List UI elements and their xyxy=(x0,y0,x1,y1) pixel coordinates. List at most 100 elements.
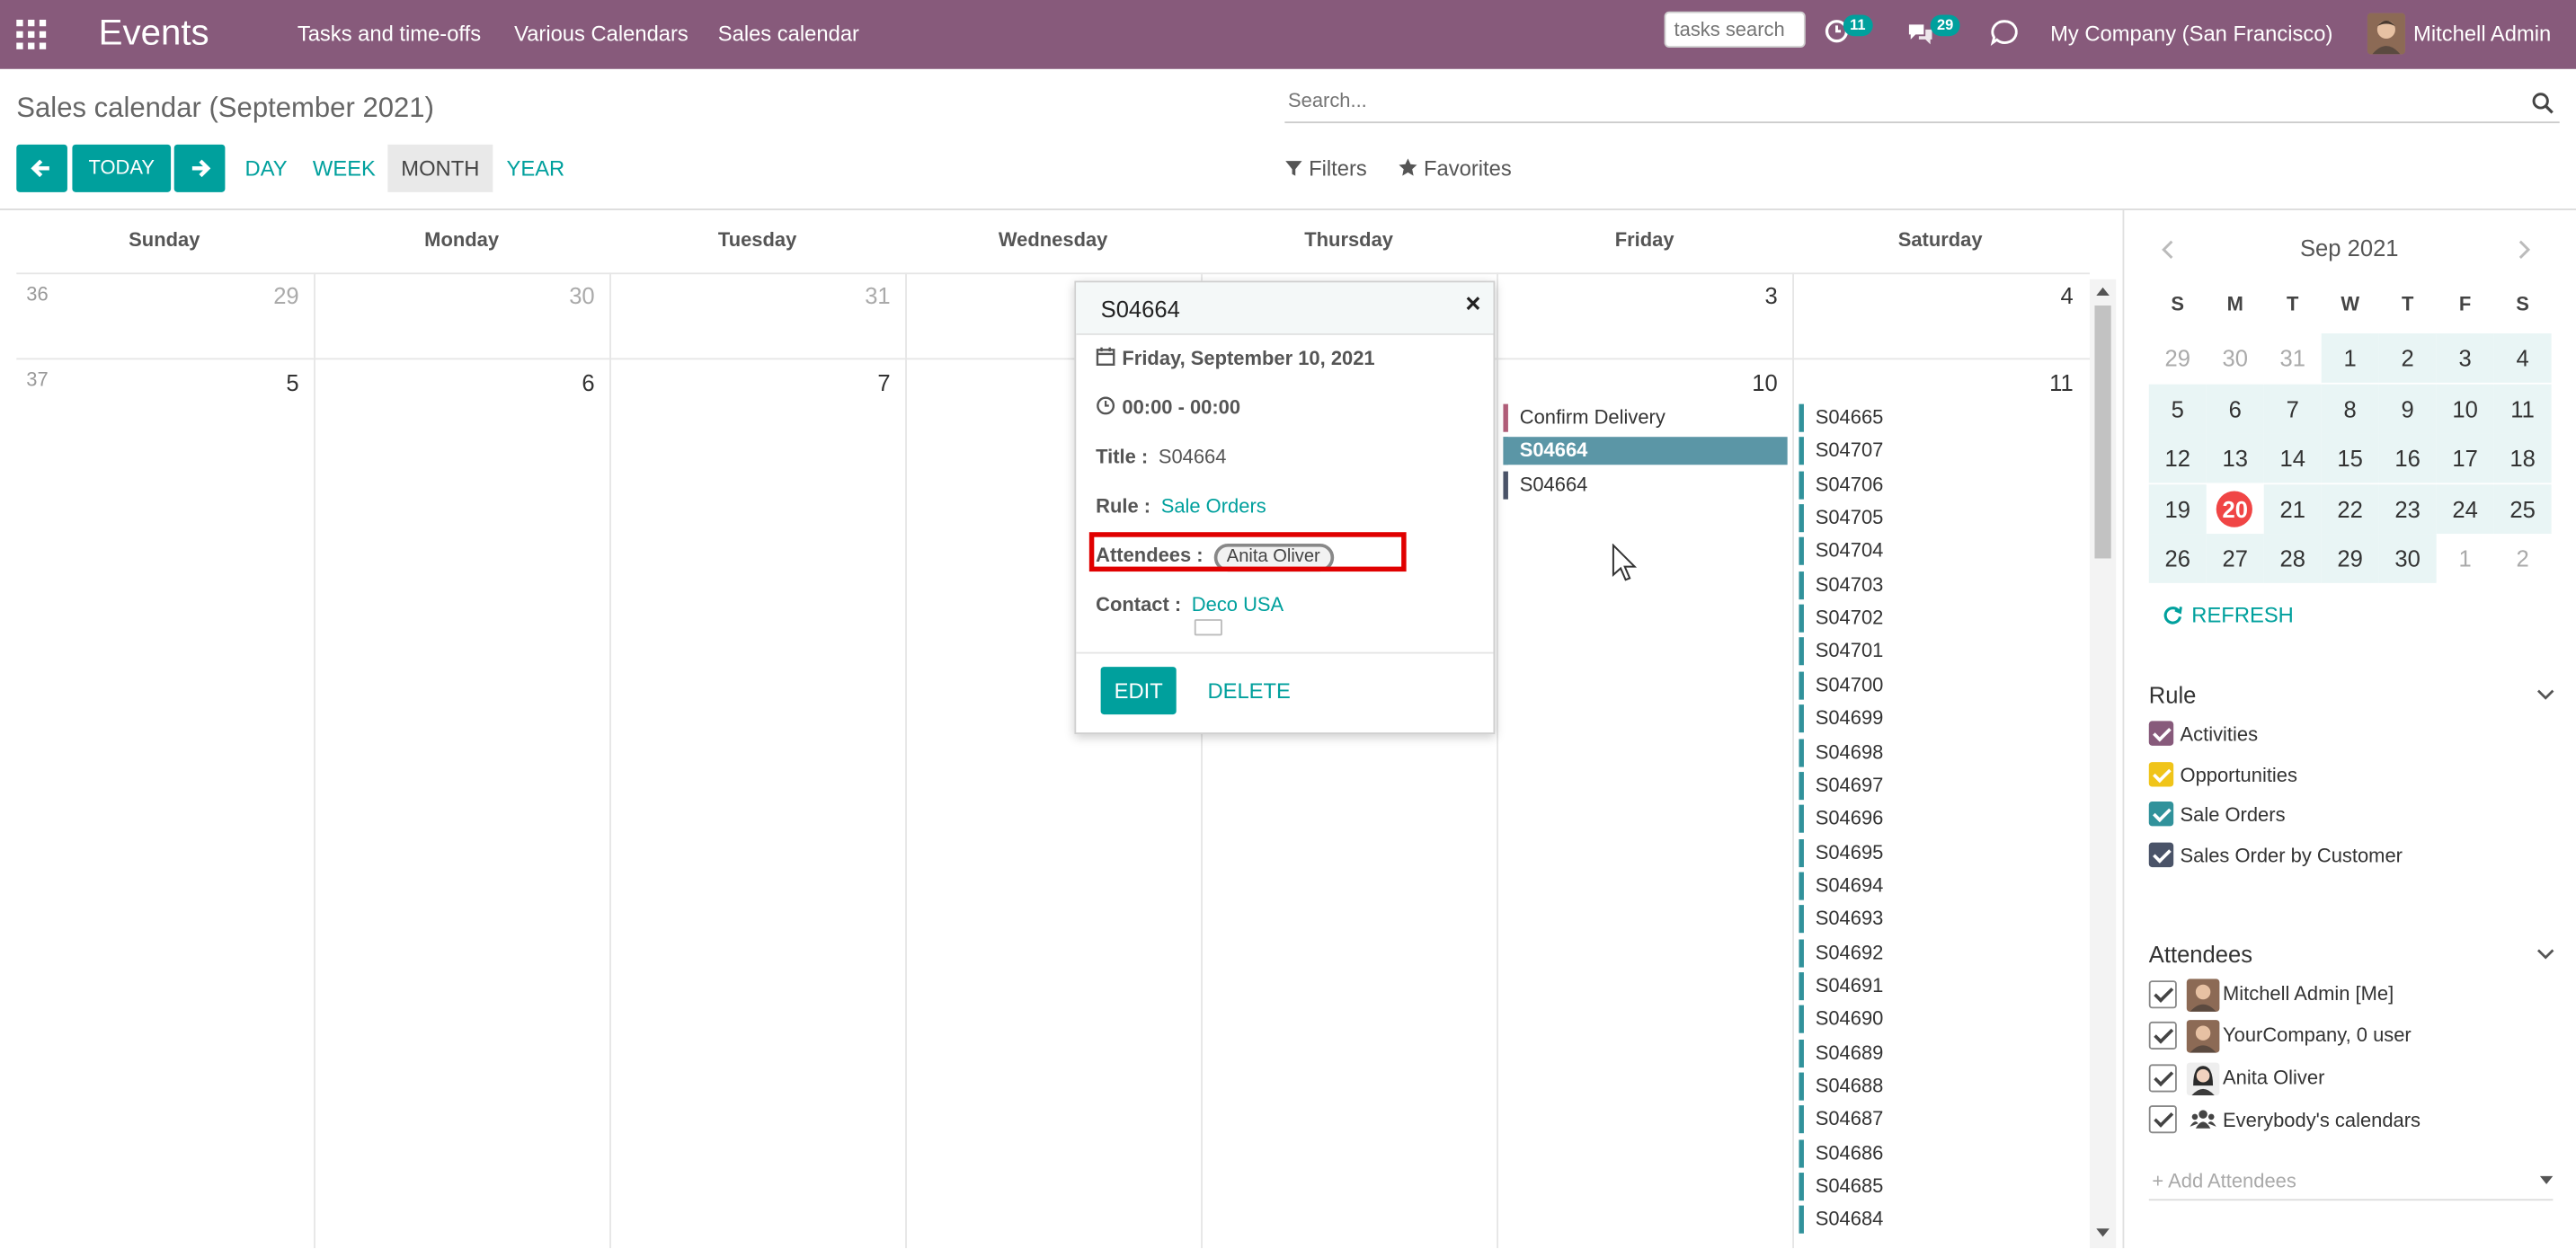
favorites-toggle[interactable]: Favorites xyxy=(1398,156,1512,181)
previous-button[interactable] xyxy=(16,144,67,192)
mini-day[interactable]: 31 xyxy=(2264,333,2322,383)
mini-day[interactable]: 7 xyxy=(2263,383,2322,433)
rule-label[interactable]: Activities xyxy=(2181,722,2259,746)
calendar-event[interactable]: S04685 xyxy=(1799,1173,2061,1201)
scale-week-button[interactable]: WEEK xyxy=(307,145,381,192)
menu-sales-calendar[interactable]: Sales calendar xyxy=(718,22,859,48)
mini-day[interactable]: 23 xyxy=(2378,483,2437,534)
mini-next-month-icon[interactable] xyxy=(2514,240,2534,260)
day-number[interactable]: 31 xyxy=(805,282,890,308)
refresh-button[interactable]: REFRESH xyxy=(2162,603,2294,627)
calendar-event[interactable]: S04665 xyxy=(1799,403,2061,432)
mini-day[interactable]: 11 xyxy=(2493,383,2552,433)
rule-checkbox[interactable] xyxy=(2148,721,2174,746)
mini-day-today[interactable]: 20 xyxy=(2207,483,2264,533)
mini-day[interactable]: 26 xyxy=(2148,534,2207,583)
rule-link[interactable]: Sale Orders xyxy=(1161,494,1266,518)
rule-label[interactable]: Opportunities xyxy=(2181,763,2297,786)
mini-day[interactable]: 22 xyxy=(2321,483,2379,534)
add-attendees-field[interactable]: + Add Attendees xyxy=(2148,1166,2554,1201)
calendar-event[interactable]: S04706 xyxy=(1799,471,2061,500)
day-number[interactable]: 5 xyxy=(214,369,298,395)
mini-day[interactable]: 24 xyxy=(2436,483,2494,534)
chat-bubble-icon[interactable] xyxy=(1989,18,2019,48)
mini-day[interactable]: 12 xyxy=(2148,433,2207,483)
mini-day[interactable]: 13 xyxy=(2206,433,2264,483)
attendee-checkbox[interactable] xyxy=(2148,1021,2177,1050)
delete-button[interactable]: DELETE xyxy=(1207,678,1290,703)
calendar-event[interactable]: S04664 xyxy=(1503,471,1787,500)
mini-day[interactable]: 4 xyxy=(2493,333,2552,383)
calendar-event[interactable]: S04696 xyxy=(1799,804,2061,834)
calendar-event[interactable]: S04695 xyxy=(1799,838,2061,867)
mini-day[interactable]: 1 xyxy=(2437,534,2494,583)
rule-checkbox[interactable] xyxy=(2148,761,2174,786)
mini-day[interactable]: 18 xyxy=(2493,433,2552,483)
calendar-event[interactable]: S04700 xyxy=(1799,671,2061,700)
calendar-event[interactable]: S04687 xyxy=(1799,1105,2061,1134)
mini-prev-month-icon[interactable] xyxy=(2159,240,2179,260)
mini-day[interactable]: 19 xyxy=(2148,483,2207,534)
attendee-label[interactable]: Everybody's calendars xyxy=(2223,1109,2421,1132)
company-switcher[interactable]: My Company (San Francisco) xyxy=(2050,22,2332,48)
mini-day[interactable]: 5 xyxy=(2148,383,2207,433)
mini-day[interactable]: 14 xyxy=(2263,433,2322,483)
mini-day[interactable]: 29 xyxy=(2321,534,2379,583)
rule-checkbox[interactable] xyxy=(2148,801,2174,827)
calendar-event[interactable]: S04691 xyxy=(1799,971,2061,1001)
day-number[interactable]: 7 xyxy=(805,369,890,395)
calendar-event[interactable]: S04701 xyxy=(1799,637,2061,667)
calendar-event[interactable]: S04702 xyxy=(1799,604,2061,633)
calendar-event[interactable]: S04694 xyxy=(1799,872,2061,900)
calendar-event[interactable]: S04704 xyxy=(1799,537,2061,566)
calendar-event[interactable]: S04693 xyxy=(1799,905,2061,934)
chevron-down-icon[interactable] xyxy=(2536,688,2554,702)
close-icon[interactable]: × xyxy=(1465,291,1480,321)
tasks-search-input[interactable] xyxy=(1664,11,1806,49)
menu-various-calendars[interactable]: Various Calendars xyxy=(514,22,688,48)
chevron-down-icon[interactable] xyxy=(2536,948,2554,961)
scrollbar-thumb[interactable] xyxy=(2094,305,2111,559)
scale-day-button[interactable]: DAY xyxy=(238,145,294,192)
calendar-event[interactable]: S04707 xyxy=(1799,437,2061,465)
attendee-checkbox[interactable] xyxy=(2148,1105,2177,1134)
day-number[interactable]: 6 xyxy=(510,369,594,395)
search-input[interactable] xyxy=(1284,85,2442,115)
scale-month-button[interactable]: MONTH xyxy=(387,144,493,192)
day-number[interactable]: 11 xyxy=(1988,369,2074,395)
search-icon[interactable] xyxy=(2532,92,2555,115)
calendar-event[interactable]: S04690 xyxy=(1799,1005,2061,1034)
today-button[interactable]: TODAY xyxy=(72,144,172,192)
calendar-event[interactable]: S04698 xyxy=(1799,738,2061,766)
mini-day[interactable]: 2 xyxy=(2378,333,2437,383)
calendar-event[interactable]: S04699 xyxy=(1799,704,2061,733)
user-avatar[interactable] xyxy=(2367,13,2405,55)
day-number[interactable]: 30 xyxy=(510,282,594,308)
mini-day[interactable]: 30 xyxy=(2207,333,2264,383)
mini-day[interactable]: 29 xyxy=(2149,333,2207,383)
day-number[interactable]: 3 xyxy=(1692,282,1777,308)
calendar-event[interactable]: S04697 xyxy=(1799,771,2061,800)
calendar-scrollbar[interactable] xyxy=(2089,279,2117,1249)
calendar-event[interactable]: S04686 xyxy=(1799,1138,2061,1168)
calendar-event[interactable]: S04689 xyxy=(1799,1039,2061,1067)
day-number[interactable]: 10 xyxy=(1692,369,1777,395)
rule-label[interactable]: Sale Orders xyxy=(2181,803,2286,827)
mini-day[interactable]: 17 xyxy=(2436,433,2494,483)
mini-day[interactable]: 15 xyxy=(2321,433,2379,483)
mini-day[interactable]: 2 xyxy=(2494,534,2552,583)
rule-label[interactable]: Sales Order by Customer xyxy=(2181,844,2403,867)
mini-day[interactable]: 6 xyxy=(2206,383,2264,433)
mini-day[interactable]: 3 xyxy=(2436,333,2494,383)
mini-day[interactable]: 28 xyxy=(2263,534,2322,583)
calendar-event[interactable]: S04705 xyxy=(1799,504,2061,533)
day-number[interactable]: 29 xyxy=(214,282,298,308)
mini-day[interactable]: 30 xyxy=(2378,534,2437,583)
mini-day[interactable]: 10 xyxy=(2436,383,2494,433)
contact-link[interactable]: Deco USA xyxy=(1192,593,1284,616)
mini-day[interactable]: 21 xyxy=(2263,483,2322,534)
mini-day[interactable]: 1 xyxy=(2321,333,2379,383)
attendee-label[interactable]: Mitchell Admin [Me] xyxy=(2223,982,2394,1005)
calendar-event[interactable]: S04692 xyxy=(1799,938,2061,967)
apps-menu-icon[interactable] xyxy=(16,19,47,49)
